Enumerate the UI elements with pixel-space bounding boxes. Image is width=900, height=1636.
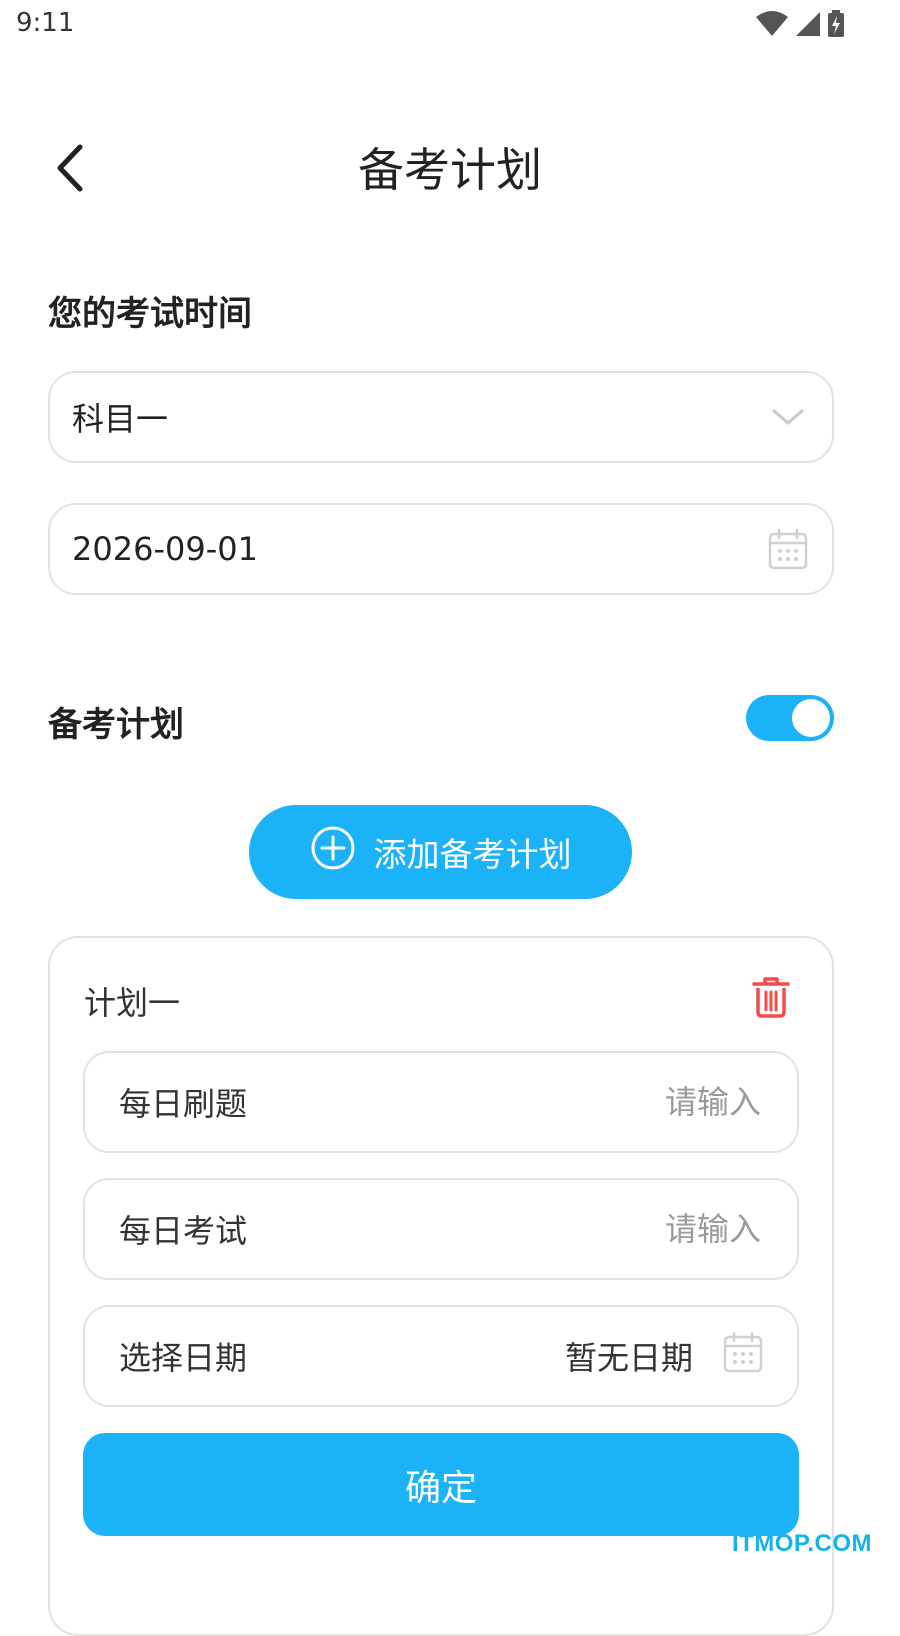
chevron-down-icon bbox=[766, 395, 810, 439]
delete-plan-button[interactable] bbox=[750, 975, 792, 1019]
daily-exam-label: 每日考试 bbox=[119, 1212, 248, 1250]
battery-charging-icon bbox=[827, 10, 845, 42]
plan-toggle[interactable] bbox=[746, 695, 834, 741]
plan-section-title: 备考计划 bbox=[48, 705, 184, 745]
add-plan-button[interactable]: 添加备考计划 bbox=[249, 805, 632, 899]
subject-select-value: 科目一 bbox=[72, 400, 169, 438]
toggle-knob bbox=[792, 699, 830, 737]
plus-circle-icon bbox=[310, 825, 356, 879]
status-time: 9:11 bbox=[16, 8, 75, 38]
daily-practice-label: 每日刷题 bbox=[119, 1085, 248, 1123]
subject-select[interactable]: 科目一 bbox=[48, 371, 834, 463]
plan-date-value: 暂无日期 bbox=[564, 1339, 693, 1377]
calendar-icon bbox=[766, 527, 810, 571]
daily-practice-input[interactable] bbox=[499, 1082, 763, 1122]
exam-date-picker[interactable]: 2026-09-01 bbox=[48, 503, 834, 595]
daily-exam-input[interactable] bbox=[499, 1209, 763, 1249]
back-button[interactable] bbox=[40, 140, 100, 200]
page-title: 备考计划 bbox=[358, 143, 542, 197]
wifi-icon bbox=[755, 11, 789, 41]
daily-exam-row: 每日考试 bbox=[83, 1178, 799, 1280]
status-icons bbox=[755, 10, 845, 42]
signal-icon bbox=[795, 11, 821, 41]
add-plan-label: 添加备考计划 bbox=[373, 835, 572, 874]
plan-date-right: 暂无日期 bbox=[565, 1331, 763, 1381]
plan-date-label: 选择日期 bbox=[119, 1339, 248, 1377]
plan-date-picker[interactable]: 选择日期 暂无日期 bbox=[83, 1305, 799, 1407]
trash-icon bbox=[750, 977, 792, 1023]
plan-card-title: 计划一 bbox=[84, 984, 181, 1022]
watermark: ITMOP.COM bbox=[731, 1530, 872, 1557]
exam-time-section-title: 您的考试时间 bbox=[48, 294, 252, 334]
calendar-icon bbox=[723, 1331, 763, 1381]
chevron-left-icon bbox=[52, 143, 88, 197]
confirm-button[interactable]: 确定 bbox=[83, 1433, 799, 1536]
daily-practice-row: 每日刷题 bbox=[83, 1051, 799, 1153]
exam-date-value: 2026-09-01 bbox=[72, 530, 258, 568]
